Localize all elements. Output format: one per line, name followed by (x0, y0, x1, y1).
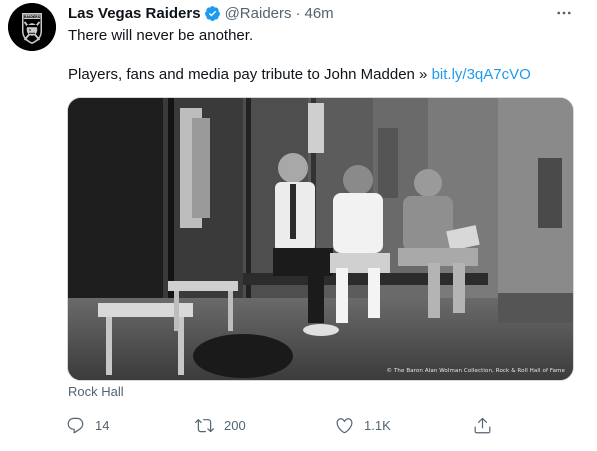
tweet-line-2: Players, fans and media pay tribute to J… (68, 65, 531, 85)
more-options-button[interactable] (553, 2, 575, 24)
more-horizontal-icon (557, 11, 571, 15)
tweet-actions: 14 200 1.1K (60, 412, 530, 438)
share-button[interactable] (473, 412, 492, 438)
heart-icon (336, 417, 353, 433)
display-name[interactable]: Las Vegas Raiders (68, 5, 201, 22)
photo-credit: © The Baron Alan Wolman Collection, Rock… (386, 368, 565, 374)
like-button[interactable]: 1.1K (335, 412, 391, 438)
tweet[interactable]: RAIDERS Las Vegas Raiders @Raiders · 46m… (0, 0, 597, 451)
timestamp[interactable]: 46m (305, 5, 334, 22)
locker-room-photo (68, 98, 573, 380)
tweet-header: Las Vegas Raiders @Raiders · 46m (68, 2, 334, 24)
reply-icon (67, 417, 84, 433)
retweet-count: 200 (224, 417, 246, 433)
retweet-button[interactable]: 200 (195, 412, 246, 438)
tweet-text: There will never be another. Players, fa… (68, 26, 531, 85)
raiders-logo-icon: RAIDERS (8, 3, 56, 51)
tweet-line-1: There will never be another. (68, 27, 254, 44)
reply-count: 14 (95, 417, 110, 433)
share-icon (474, 417, 491, 433)
verified-badge-icon (204, 5, 221, 22)
separator-dot: · (295, 4, 301, 22)
avatar[interactable]: RAIDERS (8, 3, 56, 51)
retweet-icon (195, 418, 214, 432)
tweet-link[interactable]: bit.ly/3qA7cVO (432, 66, 531, 83)
svg-text:RAIDERS: RAIDERS (24, 15, 41, 19)
tweet-line-2-text: Players, fans and media pay tribute to J… (68, 66, 432, 83)
like-count: 1.1K (364, 417, 391, 433)
reply-button[interactable]: 14 (66, 412, 109, 438)
tweet-photo[interactable]: © The Baron Alan Wolman Collection, Rock… (67, 97, 574, 381)
media-source[interactable]: Rock Hall (68, 384, 124, 399)
handle[interactable]: @Raiders (225, 5, 292, 22)
